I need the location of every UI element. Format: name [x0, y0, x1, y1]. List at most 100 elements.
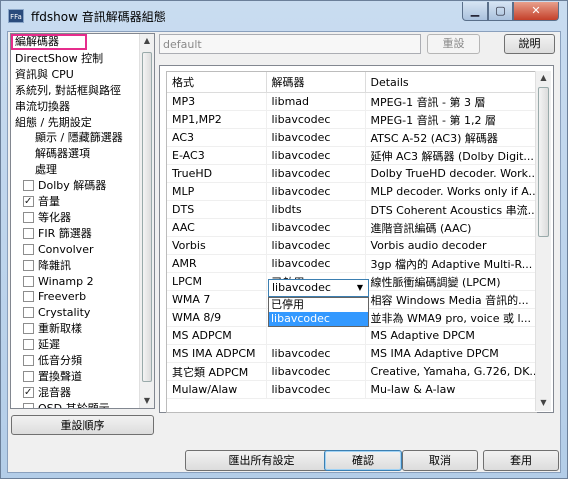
sidebar-scroll-thumb[interactable] [142, 52, 152, 382]
decoder-cell[interactable]: libavcodec [266, 182, 366, 201]
sidebar-item[interactable]: 顯示 / 隱藏篩選器 [35, 130, 123, 146]
dropdown-option-libavcodec[interactable]: libavcodec [269, 312, 368, 326]
sidebar-item[interactable]: 降雜訊 [23, 258, 71, 274]
cancel-button[interactable]: 取消 [402, 450, 478, 471]
decoder-combobox[interactable]: libavcodec ▼ [268, 279, 369, 297]
ok-button[interactable]: 確認 [324, 450, 402, 471]
decoder-cell[interactable]: libavcodec [266, 362, 366, 381]
decoder-cell[interactable]: libavcodec [266, 146, 366, 165]
codec-table[interactable]: 格式 解碼器 Details MP3 libmad MPEG-1 音訊 - 第 3 … [166, 71, 537, 413]
sidebar-item-checkbox[interactable] [23, 180, 34, 192]
decoder-cell[interactable]: libavcodec [266, 380, 366, 399]
reset-button[interactable]: 重設 [427, 34, 480, 54]
decoder-cell[interactable]: libavcodec [266, 164, 366, 183]
sidebar-item[interactable]: 重新取樣 [23, 321, 82, 337]
decoder-cell[interactable]: libavcodec [266, 254, 366, 273]
close-button[interactable]: ✕ [513, 2, 559, 21]
sidebar-item-checkbox[interactable] [23, 370, 34, 382]
decoder-cell[interactable] [266, 326, 366, 345]
sidebar-item-checkbox[interactable] [23, 307, 34, 319]
sidebar-item-checkbox[interactable] [23, 227, 34, 239]
table-row[interactable]: AAC libavcodec 進階音訊編碼 (AAC) [167, 218, 537, 237]
decoder-cell[interactable]: libavcodec [266, 218, 366, 237]
minimize-button[interactable]: ▁ [462, 2, 488, 21]
apply-button[interactable]: 套用 [483, 450, 559, 471]
column-header-details[interactable]: Details [365, 72, 537, 93]
chevron-down-icon[interactable]: ▼ [352, 280, 368, 296]
column-header-format[interactable]: 格式 [167, 72, 267, 93]
sidebar-item[interactable]: DirectShow 控制 [15, 51, 103, 67]
export-settings-button[interactable]: 匯出所有設定 [185, 450, 338, 471]
sidebar-item[interactable]: 等化器 [23, 210, 71, 226]
sidebar-item[interactable]: 處理 [35, 162, 57, 178]
table-row[interactable]: MP3 libmad MPEG-1 音訊 - 第 3 層 [167, 92, 537, 111]
table-row[interactable]: Mulaw/Alaw libavcodec Mu-law & A-law [167, 380, 537, 399]
sidebar-item[interactable]: FIR 篩選器 [23, 226, 92, 242]
decoder-cell[interactable]: libavcodec [266, 344, 366, 363]
table-scroll-thumb[interactable] [538, 87, 549, 237]
table-row[interactable]: 其它類 ADPCM libavcodec Creative, Yamaha, G.7… [167, 362, 537, 381]
sidebar-item[interactable]: 音量 [23, 194, 60, 210]
sidebar-scrollbar[interactable]: ▲ ▼ [139, 34, 154, 408]
table-row[interactable]: DTS libdts DTS Coherent Acoustics 串流... [167, 200, 537, 219]
scroll-up-icon[interactable]: ▲ [140, 34, 154, 48]
sidebar-item-checkbox[interactable] [23, 355, 34, 366]
dropdown-option-disabled[interactable]: 已停用 [269, 298, 368, 312]
details-cell: Vorbis audio decoder [365, 236, 537, 255]
sidebar-item[interactable]: 系統列, 對話框與路徑 [15, 83, 121, 99]
table-scrollbar[interactable]: ▲ ▼ [535, 71, 551, 411]
sidebar-item[interactable]: 組態 / 先期設定 [15, 115, 92, 131]
table-row[interactable]: AMR libavcodec 3gp 檔內的 Adaptive Multi-R... [167, 254, 537, 273]
sidebar-item[interactable]: OSD 其於顯示 [23, 401, 110, 408]
table-row[interactable]: MS ADPCM MS Adaptive DPCM [167, 326, 537, 345]
sidebar-item-checkbox[interactable] [23, 211, 34, 223]
decoder-cell[interactable]: libavcodec [266, 110, 366, 129]
sidebar-item-label: 串流切換器 [15, 99, 70, 113]
sidebar-item[interactable]: 資訊與 CPU [15, 67, 74, 83]
sidebar-item[interactable]: 解碼器選項 [35, 146, 90, 162]
sidebar-item-checkbox[interactable] [23, 275, 34, 287]
sidebar-item-label: Crystality [38, 306, 91, 320]
decoder-cell[interactable]: libavcodec [266, 128, 366, 147]
sidebar-item[interactable]: 低音分頻 [23, 353, 82, 369]
sidebar-item[interactable]: 置換聲道 [23, 369, 82, 385]
sidebar-item[interactable]: Winamp 2 [23, 274, 94, 290]
title-bar[interactable]: FFa ffdshow 音訊解碼器組態 ▁ ▢ ✕ [1, 1, 567, 31]
sidebar-item[interactable]: 混音器 [23, 385, 71, 401]
sidebar-item-checkbox[interactable] [23, 259, 34, 271]
help-button[interactable]: 說明 [504, 34, 555, 54]
decoder-cell[interactable]: libdts [266, 200, 366, 219]
sidebar-item[interactable]: 串流切換器 [15, 99, 70, 115]
preset-select[interactable]: default [159, 34, 421, 54]
sidebar-item-checkbox[interactable] [23, 243, 34, 255]
table-row[interactable]: AC3 libavcodec ATSC A-52 (AC3) 解碼器 [167, 128, 537, 147]
table-row[interactable]: Vorbis libavcodec Vorbis audio decoder [167, 236, 537, 255]
table-row[interactable]: MS IMA ADPCM libavcodec MS IMA Adaptive DP… [167, 344, 537, 363]
scroll-up-icon[interactable]: ▲ [536, 71, 551, 85]
sidebar-item[interactable]: 編解碼器 [11, 34, 87, 50]
table-row[interactable]: MP1,MP2 libavcodec MPEG-1 音訊 - 第 1,2 層 [167, 110, 537, 129]
sidebar-item-checkbox[interactable] [23, 385, 34, 401]
sidebar-item[interactable]: Convolver [23, 242, 93, 258]
sidebar-item-checkbox[interactable] [23, 339, 34, 351]
decoder-dropdown-list[interactable]: 已停用 libavcodec [268, 297, 369, 327]
sidebar-item-checkbox[interactable] [23, 402, 34, 408]
table-row[interactable]: TrueHD libavcodec Dolby TrueHD decoder. Wo… [167, 164, 537, 183]
scroll-down-icon[interactable]: ▼ [140, 394, 154, 408]
table-row[interactable]: MLP libavcodec MLP decoder. Works only if … [167, 182, 537, 201]
column-header-decoder[interactable]: 解碼器 [266, 72, 366, 93]
scroll-down-icon[interactable]: ▼ [536, 396, 551, 410]
sidebar-item[interactable]: Crystality [23, 305, 90, 321]
decoder-cell[interactable]: libavcodec [266, 236, 366, 255]
sidebar-item[interactable]: Dolby 解碼器 [23, 178, 106, 194]
decoder-cell[interactable]: libmad [266, 92, 366, 111]
sidebar-item[interactable]: Freeverb [23, 289, 86, 305]
table-row[interactable]: E-AC3 libavcodec 延伸 AC3 解碼器 (Dolby Digit..… [167, 146, 537, 165]
maximize-button[interactable]: ▢ [488, 2, 513, 21]
sidebar-item[interactable]: 延遲 [23, 337, 60, 353]
sidebar-item-checkbox[interactable] [23, 291, 34, 303]
sidebar-item-checkbox[interactable] [23, 194, 34, 210]
sidebar-tree[interactable]: OSD 其於顯示 混音器 置換聲道 低音分頻 延遲 重新取樣 Crystality Freev… [10, 33, 155, 409]
reset-order-button[interactable]: 重設順序 [11, 415, 154, 435]
sidebar-item-checkbox[interactable] [23, 323, 34, 335]
